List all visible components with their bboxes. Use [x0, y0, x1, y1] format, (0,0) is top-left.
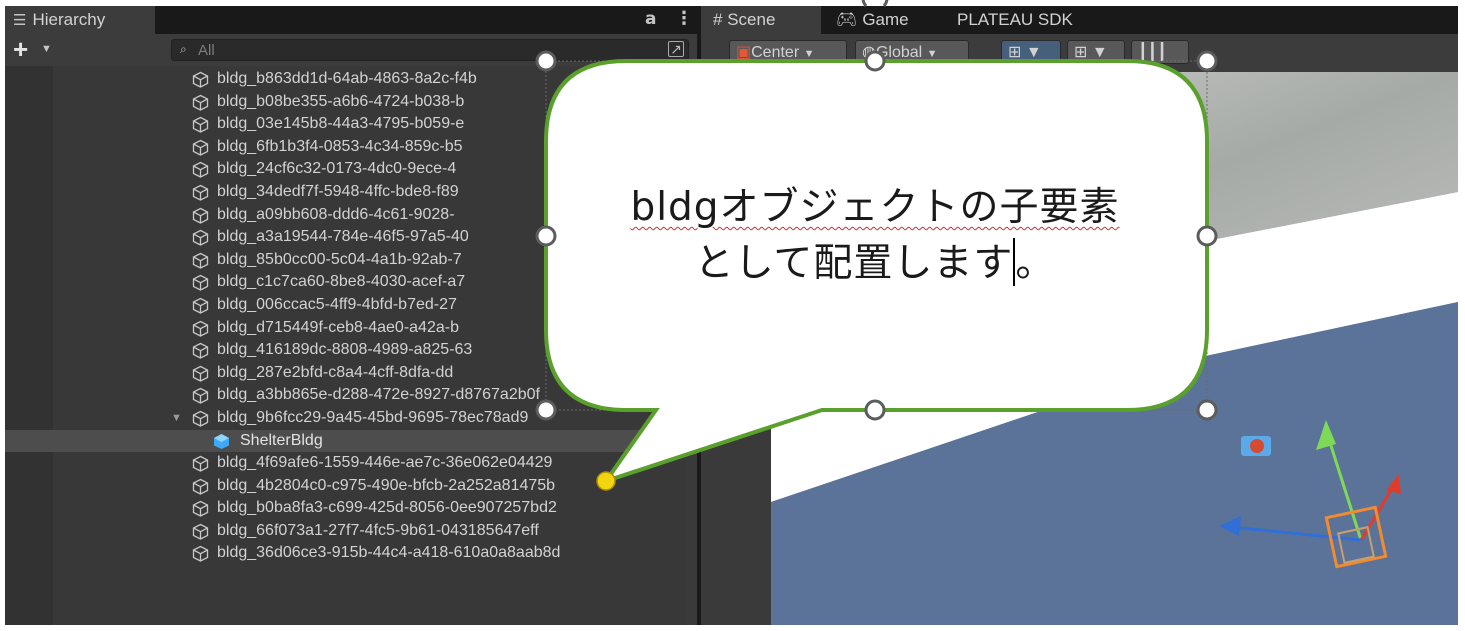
resize-handle-bottom-left[interactable] [535, 399, 557, 421]
callout-text[interactable]: bldgオブジェクトの子要素 として配置します。 [550, 180, 1200, 292]
callout-line-1: bldgオブジェクトの子要素 [630, 185, 1120, 230]
resize-handle-right[interactable] [1196, 225, 1218, 247]
resize-handle-bottom[interactable] [864, 399, 886, 421]
resize-handle-top-right[interactable] [1196, 50, 1218, 72]
rotate-handle-icon[interactable] [861, 0, 889, 7]
callout-shape[interactable] [0, 0, 1465, 631]
callout-line-2-wrap: として配置します。 [550, 236, 1200, 292]
callout-line-2-end: 。 [1015, 241, 1056, 286]
resize-handle-top-left[interactable] [535, 50, 557, 72]
callout-line-2: として配置します [694, 241, 1014, 286]
resize-handle-bottom-right[interactable] [1196, 399, 1218, 421]
pointer-adjust-handle[interactable] [596, 471, 616, 491]
resize-handle-top[interactable] [864, 50, 886, 72]
